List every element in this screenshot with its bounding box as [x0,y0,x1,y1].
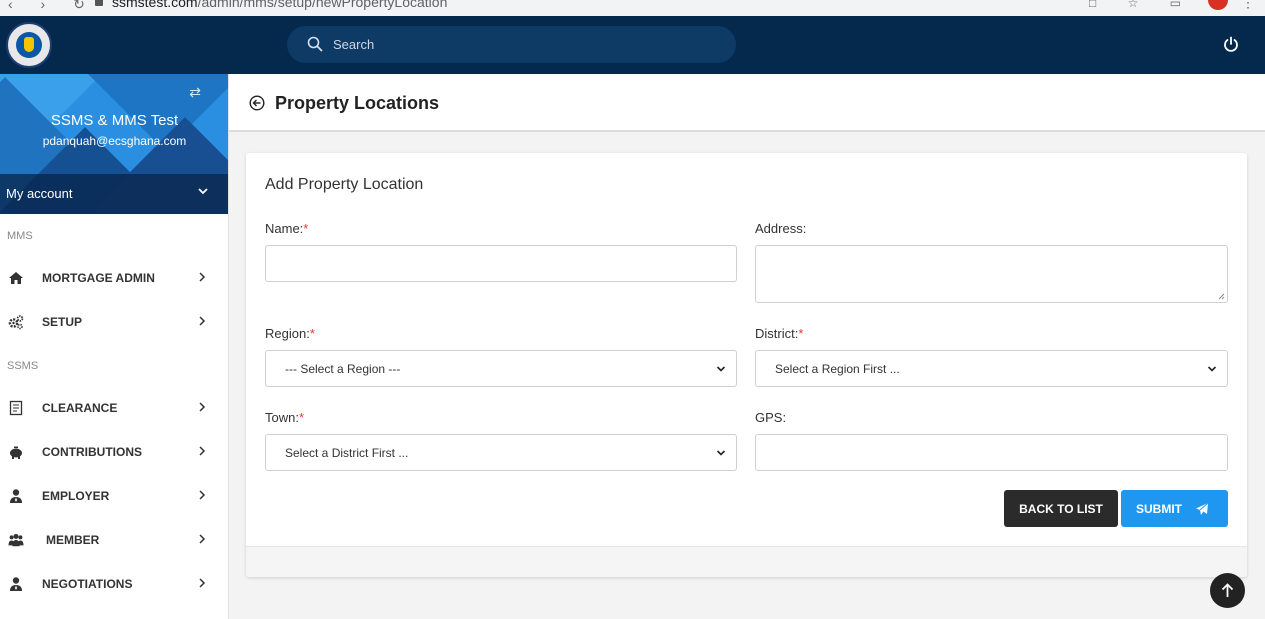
chevron-down-icon [716,450,726,456]
company-logo[interactable] [6,22,52,68]
piggy-bank-icon [10,446,22,459]
swap-icon[interactable]: ⇄ [189,84,201,101]
paper-plane-icon [1196,502,1209,515]
search-icon [307,36,323,52]
town-label: Town:* [265,410,304,425]
page-header: Property Locations [229,74,1265,132]
submit-button[interactable]: SUBMIT [1121,490,1228,527]
my-account-label: My account [6,186,73,201]
chevron-right-icon [199,272,206,282]
users-icon [8,533,24,547]
clipboard-icon [9,400,23,416]
profile-avatar[interactable] [1208,0,1228,10]
region-label-text: Region: [265,326,310,341]
back-arrow-icon[interactable] [249,95,265,111]
sidebar-item-label: MEMBER [46,533,100,547]
chevron-right-icon [199,534,206,544]
submit-label: SUBMIT [1136,502,1182,516]
user-email: pdanquah@ecsghana.com [42,134,187,148]
sidebar-item-label: CLEARANCE [42,401,118,415]
chevron-down-icon [198,188,208,195]
back-to-list-label: BACK TO LIST [1019,502,1103,516]
chevron-down-icon [716,366,726,372]
section-title-ssms: SSMS [7,360,39,372]
address-label: Address: [755,221,807,236]
page-title: Property Locations [275,93,440,113]
section-title-mms: MMS [7,230,33,242]
form-title: Add Property Location [265,176,424,193]
card-footer [246,546,1247,577]
my-account-toggle[interactable]: My account [0,174,228,214]
town-label-text: Town: [265,410,299,425]
required-mark: * [309,326,315,341]
sidebar-item-label: NEGOTIATIONS [42,577,133,591]
browser-toolbar: ‹ › ↻ ssmstest.com/admin/mms/setup/newPr… [0,0,1265,16]
chevron-right-icon [199,578,206,588]
user-profile-card: ⇄ SSMS & MMS Test pdanquah@ecsghana.com … [0,74,228,214]
top-navbar: Search [0,16,1265,74]
sidebar: ⇄ SSMS & MMS Test pdanquah@ecsghana.com … [0,74,229,619]
sidebar-item-contributions[interactable]: CONTRIBUTIONS [0,430,228,474]
chevron-right-icon [199,490,206,500]
gps-input[interactable] [755,434,1228,471]
sidebar-item-employer[interactable]: EMPLOYER [0,474,228,518]
browser-action-icons[interactable]: □ ☆ ▭ [1089,0,1195,10]
resize-grip-icon[interactable] [1218,293,1225,300]
name-label: Name:* [265,221,308,236]
district-selected-value: Select a Region First ... [775,362,900,376]
arrow-up-icon [1221,583,1234,597]
sidebar-item-mortgage-admin[interactable]: MORTGAGE ADMIN [0,256,228,300]
lock-icon [95,0,103,6]
name-input[interactable] [265,245,737,282]
sidebar-item-member[interactable]: MEMBER [0,518,228,562]
scroll-to-top-button[interactable] [1210,573,1245,608]
user-name: SSMS & MMS Test [50,112,179,129]
cogs-icon [8,315,24,330]
sidebar-item-negotiations[interactable]: NEGOTIATIONS [0,562,228,606]
browser-menu-icon[interactable]: ⋮ [1241,0,1255,11]
user-tie-icon [10,489,22,503]
chevron-down-icon [1207,366,1217,372]
search-input[interactable]: Search [333,37,374,52]
sidebar-item-label: MORTGAGE ADMIN [42,271,155,285]
region-label: Region:* [265,326,315,341]
search-bar[interactable]: Search [287,26,736,63]
add-property-location-form: Add Property Location Name:* Address: Re… [246,153,1247,577]
chevron-right-icon [199,402,206,412]
address-textarea[interactable] [755,245,1228,303]
sidebar-item-setup[interactable]: SETUP [0,300,228,344]
url-path: /admin/mms/setup/newPropertyLocation [197,0,448,10]
region-selected-value: --- Select a Region --- [285,362,401,376]
back-to-list-button[interactable]: BACK TO LIST [1004,490,1118,527]
sidebar-item-label: SETUP [42,315,83,329]
user-tie-icon [10,577,22,591]
sidebar-item-clearance[interactable]: CLEARANCE [0,386,228,430]
required-mark: * [798,326,804,341]
town-select[interactable]: Select a District First ... [265,434,737,471]
district-label-text: District: [755,326,799,341]
district-label: District:* [755,326,803,341]
address-bar[interactable]: ssmstest.com/admin/mms/setup/newProperty… [112,0,447,10]
gps-label: GPS: [755,410,787,425]
town-selected-value: Select a District First ... [285,446,409,460]
power-icon[interactable] [1222,35,1240,53]
name-label-text: Name: [265,221,304,236]
required-mark: * [303,221,309,236]
region-select[interactable]: --- Select a Region --- [265,350,737,387]
district-select[interactable]: Select a Region First ... [755,350,1228,387]
sidebar-item-label: EMPLOYER [42,489,110,503]
home-icon [9,272,23,284]
url-host: ssmstest.com [112,0,198,10]
chevron-right-icon [199,316,206,326]
browser-nav-arrows-icon[interactable]: ‹ › ↻ [8,0,97,13]
required-mark: * [298,410,305,425]
sidebar-item-label: CONTRIBUTIONS [42,445,142,459]
chevron-right-icon [199,446,206,456]
